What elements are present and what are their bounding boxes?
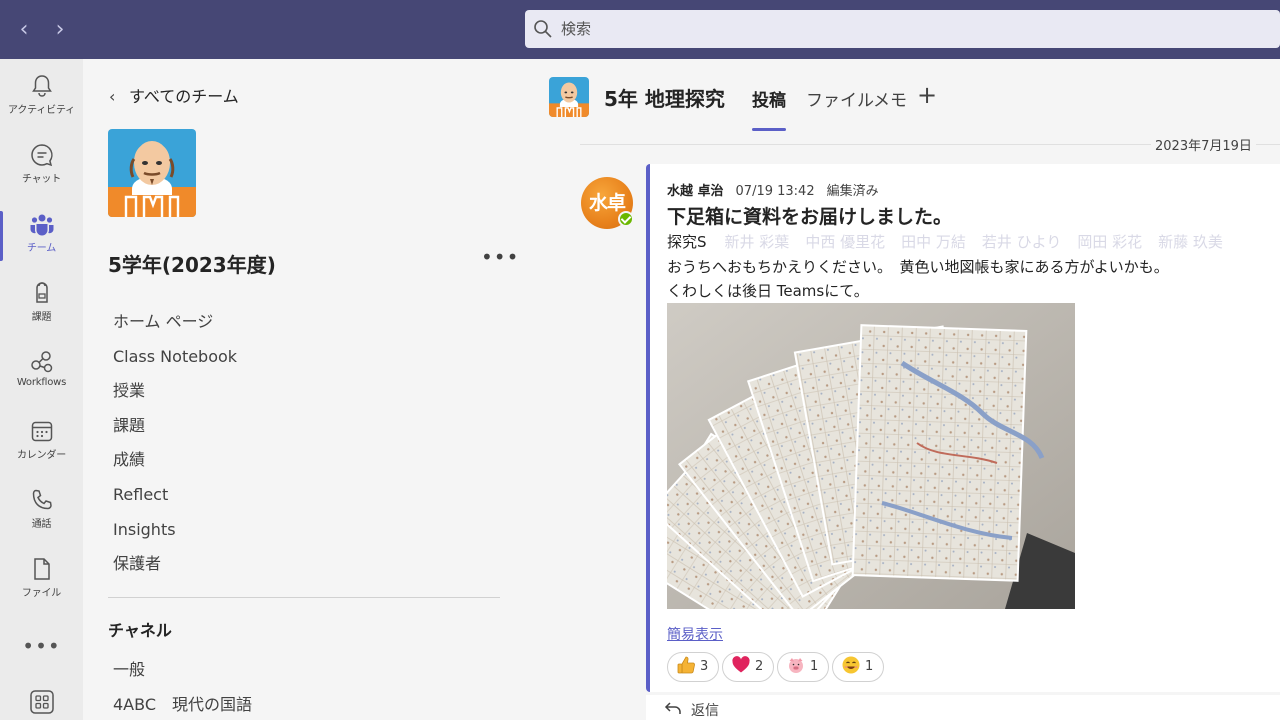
bell-icon	[31, 75, 52, 97]
channel-title: 5年 地理探究	[604, 87, 725, 111]
more-apps-icon[interactable]: •••	[0, 634, 83, 658]
rail-label: チーム	[26, 243, 57, 254]
chevron-left-icon: ‹	[109, 87, 116, 106]
team-menu-item-home[interactable]: ホーム ページ	[113, 309, 237, 344]
rail-item-calls[interactable]: 通話	[0, 479, 83, 543]
channel-team-avatar	[549, 77, 589, 117]
app-rail: アクティビティ チャット チーム 課題 Workflows カレンダー 通話 フ…	[0, 59, 83, 720]
search-box[interactable]	[525, 10, 1280, 48]
post-body-line-3: くわしくは後日 Teamsにて。	[667, 282, 869, 300]
show-less-link[interactable]: 簡易表示	[667, 624, 723, 644]
rail-label: ファイル	[21, 588, 62, 599]
reaction-pig[interactable]: 1	[777, 652, 829, 682]
reply-button[interactable]: 返信	[646, 695, 1280, 720]
team-menu-item-guardians[interactable]: 保護者	[113, 551, 237, 586]
reply-label: 返信	[691, 703, 719, 719]
teams-icon	[29, 214, 54, 236]
post-meta: 水越 卓治 07/19 13:42 編集済み	[667, 180, 879, 199]
team-menu-item-classes[interactable]: 授業	[113, 378, 237, 413]
channel-item-general[interactable]: 一般	[113, 657, 252, 692]
rail-label: チャット	[21, 174, 62, 185]
mention[interactable]: 岡田 彩花	[1077, 233, 1142, 251]
post-subject: 下足箱に資料をお届けしました。	[667, 206, 953, 228]
team-avatar	[108, 129, 196, 217]
tab-posts[interactable]: 投稿	[752, 86, 786, 111]
reaction-count: 1	[810, 659, 819, 674]
post-tag: 探究S	[667, 233, 707, 251]
rail-item-assignments[interactable]: 課題	[0, 272, 83, 336]
mention[interactable]: 田中 万結	[901, 233, 966, 251]
post-body-line-2: おうちへおもちかえりください。 黄色い地図帳も家にある方がよいかも。	[667, 258, 1169, 276]
channel-item-4abc[interactable]: 4ABC 現代の国語	[113, 692, 252, 720]
pig-icon	[789, 658, 803, 673]
date-label: 2023年7月19日	[1151, 135, 1256, 154]
team-name: 5学年(2023年度)	[108, 253, 276, 277]
rail-label: 課題	[31, 312, 52, 323]
search-icon	[534, 20, 552, 38]
rail-label: 通話	[31, 519, 52, 530]
backpack-icon	[35, 282, 48, 303]
reaction-count: 2	[755, 659, 764, 674]
team-menu-item-reflect[interactable]: Reflect	[113, 482, 237, 517]
search-input[interactable]	[561, 16, 1261, 42]
team-menu-item-class-notebook[interactable]: Class Notebook	[113, 344, 237, 379]
forward-arrow-icon[interactable]: ›	[48, 16, 72, 44]
smile-icon	[842, 656, 860, 674]
post-card: 水越 卓治 07/19 13:42 編集済み 下足箱に資料をお届けしました。 探究S…	[646, 164, 1280, 692]
divider	[108, 597, 500, 598]
team-menu: ホーム ページ Class Notebook 授業 課題 成績 Reflect …	[113, 309, 237, 586]
phone-icon	[32, 489, 52, 510]
channel-main: 5年 地理探究 投稿 ファイル メモ + 2023年7月19日 水卓 水越 卓治…	[525, 59, 1280, 720]
rail-item-workflows[interactable]: Workflows	[0, 341, 83, 405]
reaction-smile[interactable]: 1	[832, 652, 884, 682]
mention[interactable]: 新井 彩葉	[725, 233, 790, 251]
back-arrow-icon[interactable]: ‹	[12, 16, 36, 44]
add-tab-icon[interactable]: +	[917, 81, 937, 109]
team-menu-item-assignments[interactable]: 課題	[113, 413, 237, 448]
rail-label: アクティビティ	[8, 105, 75, 116]
apps-grid-icon[interactable]	[29, 689, 55, 715]
post-edited: 編集済み	[826, 184, 879, 199]
calendar-icon	[31, 421, 52, 442]
team-menu-item-grades[interactable]: 成績	[113, 447, 237, 482]
active-tab-indicator	[752, 128, 786, 131]
post-body-line-1: 探究S 新井 彩葉 中西 優里花 田中 万結 若井 ひより 岡田 彩花 新藤 玖美	[667, 231, 1239, 252]
post-author[interactable]: 水越 卓治	[667, 184, 724, 199]
team-panel: ‹ すべてのチーム 5学年(2023年度) ••• ホーム ページ Class N…	[83, 59, 525, 720]
post-photo-maps[interactable]	[667, 303, 1075, 609]
rail-item-chat[interactable]: チャット	[0, 134, 83, 198]
chat-icon	[30, 144, 53, 167]
all-teams-link[interactable]: ‹ すべてのチーム	[109, 83, 239, 107]
reaction-count: 1	[865, 659, 874, 674]
heart-icon	[732, 656, 750, 673]
title-bar: ‹ ›	[0, 0, 1280, 59]
rail-item-calendar[interactable]: カレンダー	[0, 410, 83, 474]
reaction-heart[interactable]: 2	[722, 652, 774, 682]
mention-list: 新井 彩葉 中西 優里花 田中 万結 若井 ひより 岡田 彩花 新藤 玖美	[725, 233, 1239, 251]
reaction-like[interactable]: 3	[667, 652, 719, 682]
channel-list: 一般 4ABC 現代の国語	[113, 657, 252, 720]
rail-label: Workflows	[16, 377, 67, 388]
team-menu-item-insights[interactable]: Insights	[113, 517, 237, 552]
rail-item-teams[interactable]: チーム	[0, 203, 83, 267]
presence-available-icon	[618, 211, 634, 227]
reply-icon	[664, 702, 681, 714]
mention[interactable]: 中西 優里花	[805, 233, 885, 251]
thumbs-up-icon	[677, 656, 695, 674]
rail-item-activity[interactable]: アクティビティ	[0, 65, 83, 129]
workflows-icon	[30, 351, 52, 373]
channels-heading[interactable]: チャネル	[108, 617, 172, 641]
file-icon	[33, 558, 50, 580]
rail-item-files[interactable]: ファイル	[0, 548, 83, 612]
mention[interactable]: 新藤 玖美	[1158, 233, 1223, 251]
rail-label: カレンダー	[17, 450, 66, 461]
team-more-options-icon[interactable]: •••	[481, 245, 519, 269]
channel-header: 5年 地理探究 投稿 ファイル メモ +	[525, 59, 1280, 133]
tab-notes[interactable]: メモ	[873, 86, 907, 111]
post-time: 07/19 13:42	[735, 184, 815, 199]
tab-files[interactable]: ファイル	[806, 86, 874, 111]
mention[interactable]: 若井 ひより	[982, 233, 1061, 251]
all-teams-label: すべてのチーム	[129, 87, 239, 106]
reaction-count: 3	[700, 659, 709, 674]
